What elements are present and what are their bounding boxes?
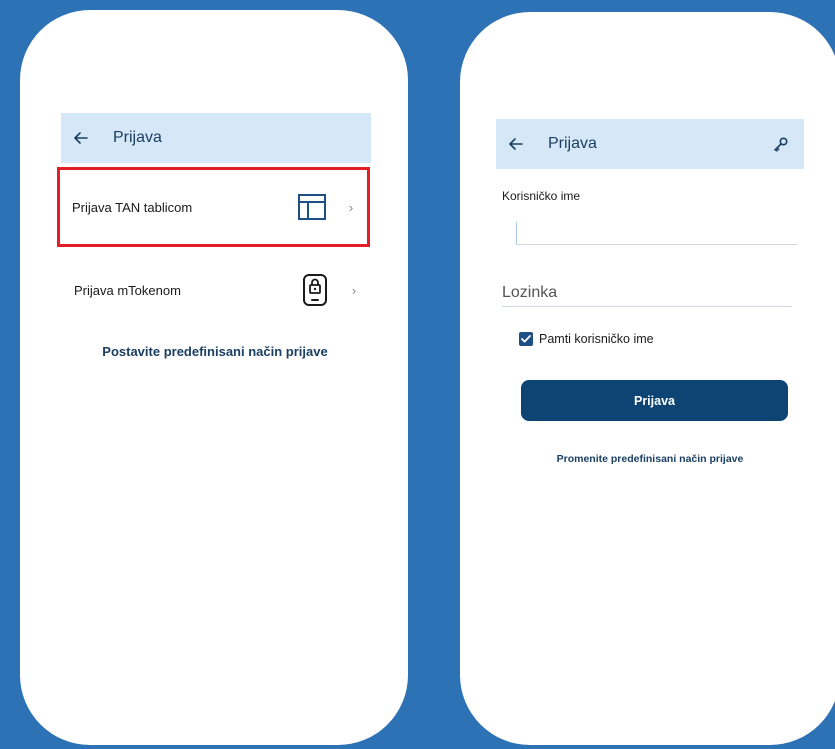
set-default-method-link[interactable]: Postavite predefinisani način prijave (60, 344, 370, 359)
option-label: Prijava TAN tablicom (72, 199, 193, 215)
arrow-left-icon[interactable] (61, 113, 101, 163)
login-form-screen: Prijava Korisničko ime Pamti korisničko … (460, 12, 835, 745)
key-icon[interactable] (772, 135, 790, 153)
remember-username-label: Pamti korisničko ime (539, 332, 654, 346)
page-title: Prijava (113, 129, 162, 146)
table-icon (295, 190, 329, 224)
remember-username-row[interactable]: Pamti korisničko ime (519, 332, 654, 346)
app-bar: Prijava (61, 113, 371, 163)
tan-table-login-option[interactable]: Prijava TAN tablicom › (57, 167, 370, 247)
mtoken-login-option[interactable]: Prijava mTokenom › (60, 258, 370, 322)
username-input[interactable] (516, 222, 797, 245)
phone-lock-icon (298, 273, 332, 307)
app-bar: Prijava (496, 119, 804, 169)
arrow-left-icon[interactable] (496, 119, 536, 169)
chevron-right-icon: › (351, 282, 357, 298)
password-input[interactable] (502, 280, 792, 307)
checkbox-checked-icon[interactable] (519, 332, 533, 346)
login-method-screen: Prijava Prijava TAN tablicom › Prijava m… (20, 10, 408, 745)
page-title: Prijava (548, 135, 597, 152)
option-label: Prijava mTokenom (74, 282, 181, 298)
change-default-method-link[interactable]: Promenite predefinisani način prijave (496, 453, 804, 465)
chevron-right-icon: › (348, 199, 354, 215)
username-label: Korisničko ime (502, 189, 581, 203)
login-button[interactable]: Prijava (521, 380, 788, 421)
